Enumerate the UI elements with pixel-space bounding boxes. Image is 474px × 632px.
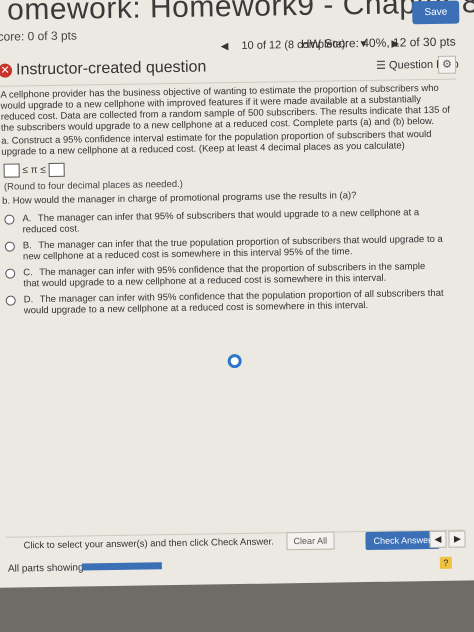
footer-instruction: Click to select your answer(s) and then …: [23, 536, 274, 552]
check-answer-button[interactable]: Check Answer: [365, 530, 440, 551]
incorrect-icon: ✕: [0, 63, 13, 78]
confidence-interval-input: ≤ π ≤: [3, 162, 65, 178]
progress-bar: [81, 562, 162, 571]
radio-d[interactable]: [5, 295, 16, 306]
option-text: The manager can infer that 95% of subscr…: [22, 207, 420, 236]
question-body: A cellphone provider has the business ob…: [0, 82, 451, 134]
rounding-note: (Round to four decimal places as needed.…: [3, 178, 184, 193]
all-parts-label: All parts showing: [7, 562, 84, 575]
option-d[interactable]: D. The manager can infer with 95% confid…: [4, 288, 444, 317]
loading-indicator-icon: [227, 353, 242, 369]
hw-score: HW Score: 40%, 12 of 30 pts: [300, 34, 456, 52]
answer-options: A. The manager can infer that 95% of sub…: [2, 207, 444, 322]
option-text: The manager can infer with 95% confidenc…: [23, 287, 444, 317]
lower-bound-field[interactable]: [3, 163, 20, 178]
radio-a[interactable]: [4, 214, 15, 225]
option-b[interactable]: B. The manager can infer that the true p…: [3, 234, 443, 263]
radio-c[interactable]: [5, 268, 16, 279]
homework-window: omework: Homework9 - Chapter 8 Save core…: [0, 0, 474, 632]
prev-question-icon[interactable]: ◀: [211, 41, 239, 52]
help-icon[interactable]: ?: [439, 556, 452, 569]
score-text: core: 0 of 3 pts: [0, 28, 78, 44]
option-letter: B.: [22, 240, 32, 252]
upper-bound-field[interactable]: [48, 162, 65, 177]
screenshot-stage: omework: Homework9 - Chapter 8 Save core…: [0, 0, 474, 632]
ci-inequality: ≤ π ≤: [22, 164, 46, 177]
bottom-bezel: [0, 580, 474, 632]
option-text: The manager can infer that the true popu…: [22, 233, 443, 263]
option-a[interactable]: A. The manager can infer that 95% of sub…: [2, 207, 442, 236]
question-title: Instructor-created question: [15, 58, 207, 79]
option-letter: A.: [22, 213, 32, 225]
clear-all-button[interactable]: Clear All: [286, 531, 335, 551]
footer-next-icon[interactable]: ▶: [448, 530, 466, 548]
list-icon: ☰: [375, 59, 387, 72]
option-letter: D.: [23, 294, 34, 306]
gear-icon[interactable]: ⚙: [437, 55, 457, 74]
option-c[interactable]: C. The manager can infer with 95% confid…: [3, 261, 443, 290]
option-letter: C.: [23, 267, 33, 279]
radio-b[interactable]: [4, 241, 15, 252]
part-a-prompt: a. Construct a 95% confidence interval e…: [1, 128, 432, 158]
page-title: omework: Homework9 - Chapter 8: [6, 0, 474, 27]
question-header: ✕ Instructor-created question ☰ Question…: [0, 54, 459, 87]
part-b-prompt: b. How would the manager in charge of pr…: [2, 190, 357, 207]
option-text: The manager can infer with 95% confidenc…: [23, 261, 426, 290]
footer-nav: ◀ ▶: [429, 530, 466, 549]
footer-prev-icon[interactable]: ◀: [429, 530, 447, 549]
save-button[interactable]: Save: [412, 0, 460, 25]
